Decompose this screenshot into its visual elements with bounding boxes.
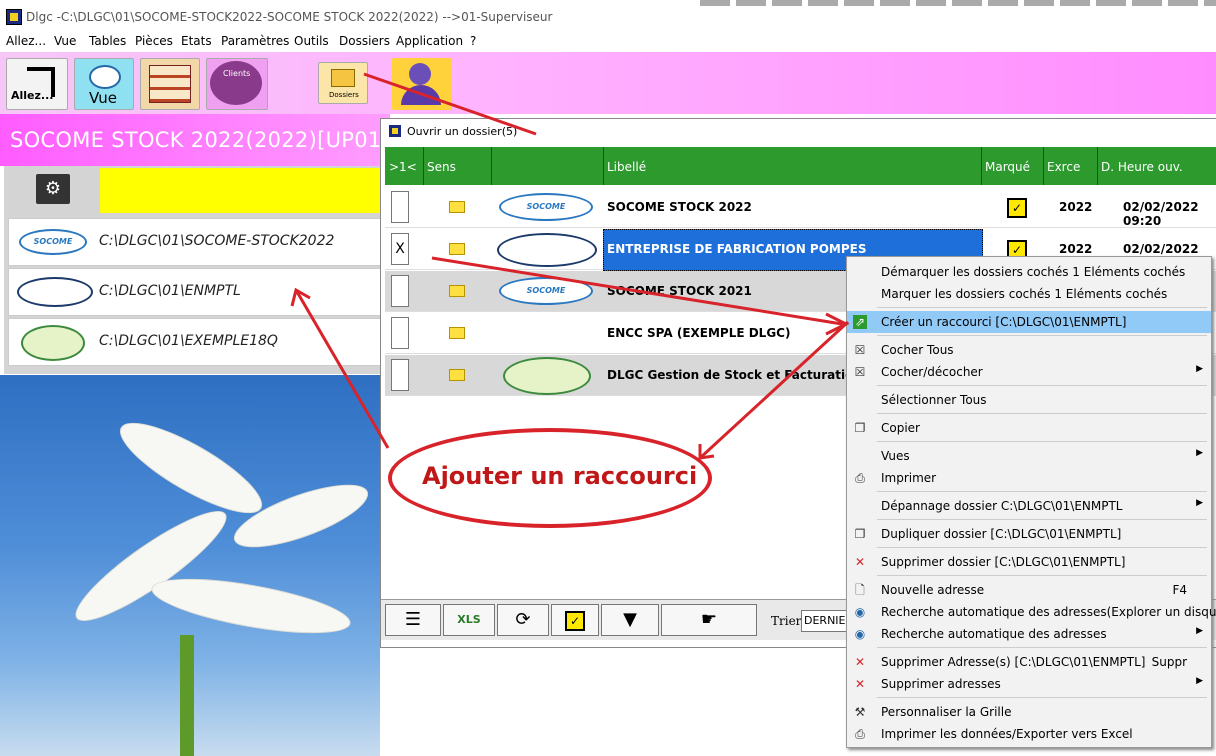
annotation-arrows — [290, 72, 850, 460]
annotation-arrow — [294, 289, 390, 449]
annotation-arrow — [363, 72, 537, 136]
annotation-arrow — [431, 256, 843, 326]
annotation-arrow — [698, 320, 850, 460]
